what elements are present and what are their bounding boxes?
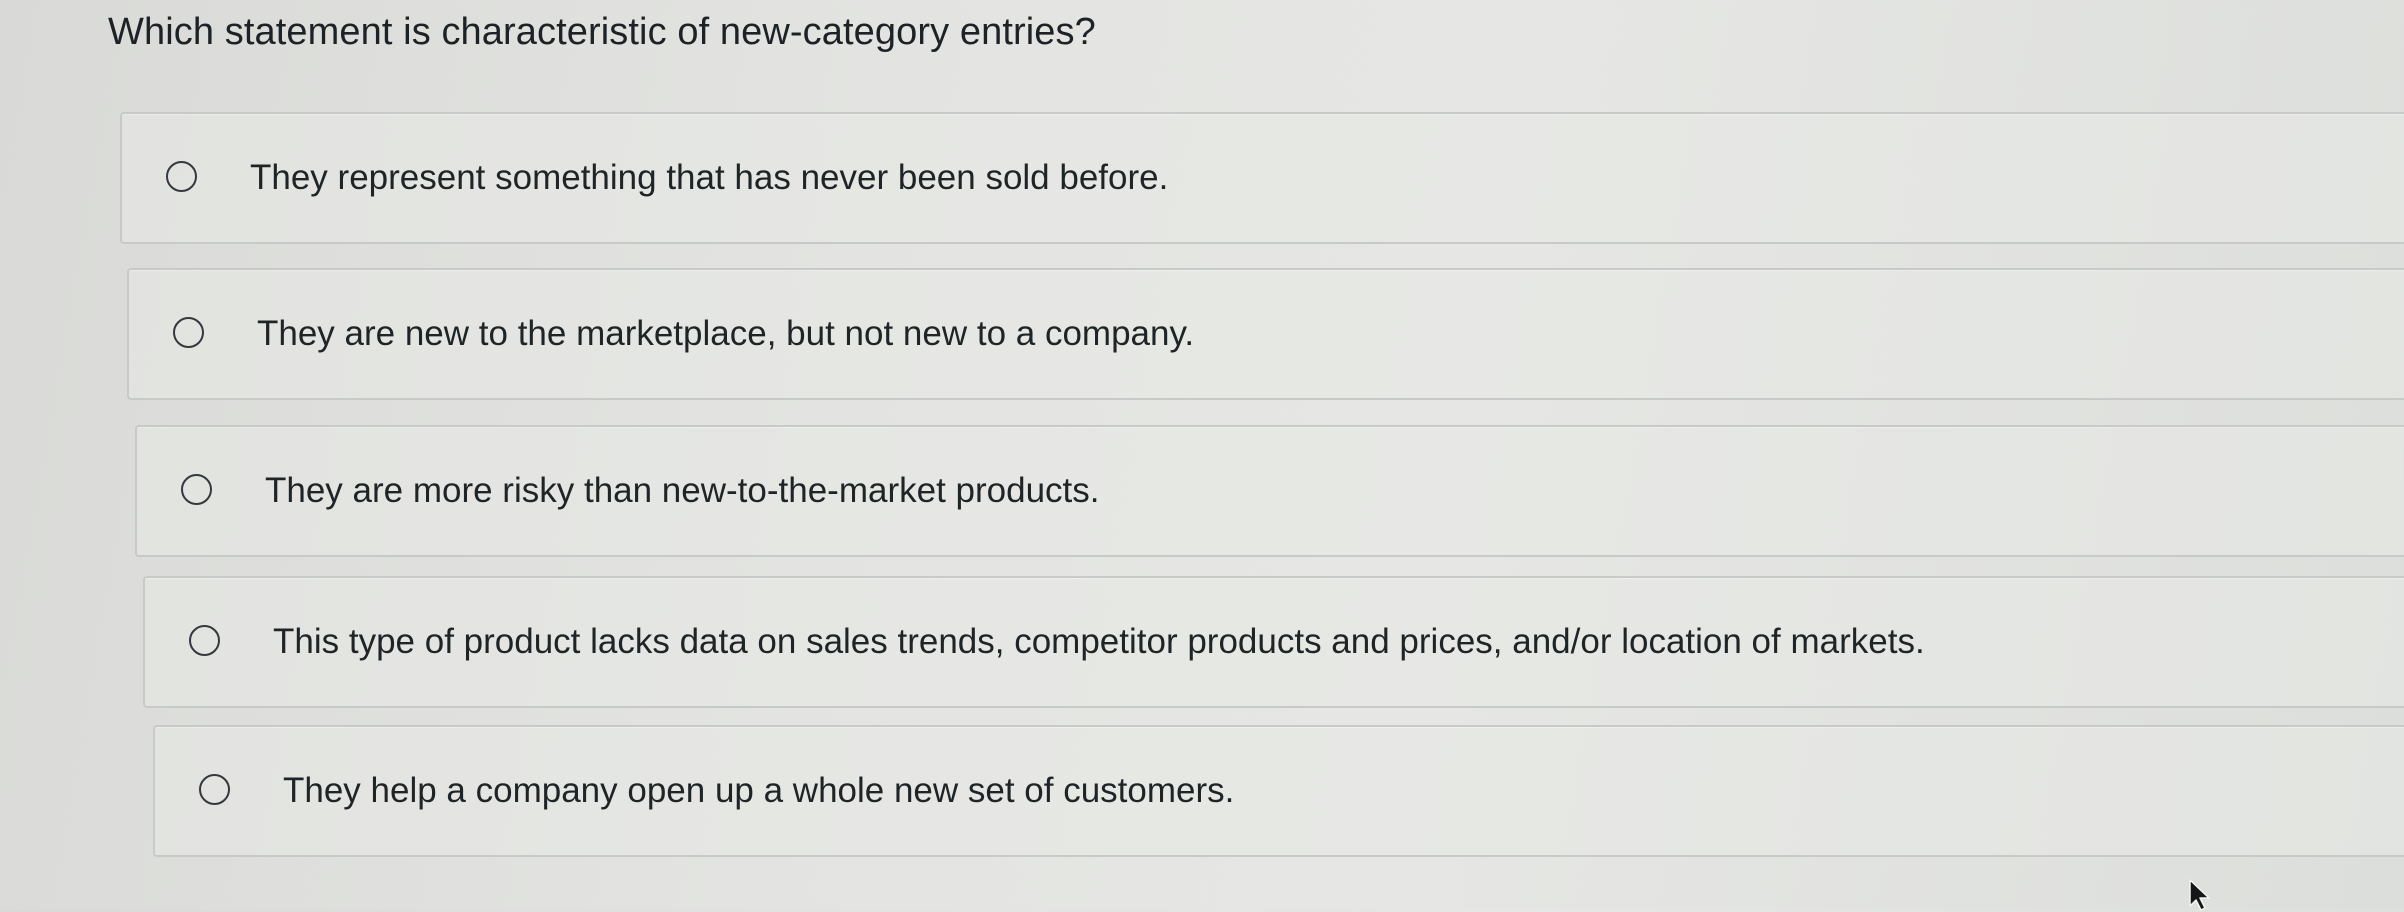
answer-option-label: They help a company open up a whole new … <box>283 771 1235 810</box>
answer-option-label: They are new to the marketplace, but not… <box>257 314 1195 353</box>
mouse-pointer-icon <box>2189 879 2210 911</box>
answer-option-label: They are more risky than new-to-the-mark… <box>265 471 1100 510</box>
answer-option-label: They represent something that has never … <box>250 158 1169 197</box>
answer-option[interactable]: This type of product lacks data on sales… <box>143 576 2404 708</box>
radio-unchecked-icon[interactable] <box>199 774 230 805</box>
answer-options: They represent something that has never … <box>0 0 2404 909</box>
answer-option-label: This type of product lacks data on sales… <box>273 622 1925 661</box>
answer-option[interactable]: They represent something that has never … <box>120 112 2404 244</box>
radio-unchecked-icon[interactable] <box>173 317 204 348</box>
answer-option[interactable]: They help a company open up a whole new … <box>153 725 2404 857</box>
radio-unchecked-icon[interactable] <box>189 625 220 656</box>
answer-option[interactable]: They are more risky than new-to-the-mark… <box>135 425 2404 557</box>
answer-option[interactable]: They are new to the marketplace, but not… <box>127 268 2404 400</box>
radio-unchecked-icon[interactable] <box>181 474 212 505</box>
radio-unchecked-icon[interactable] <box>166 161 197 192</box>
